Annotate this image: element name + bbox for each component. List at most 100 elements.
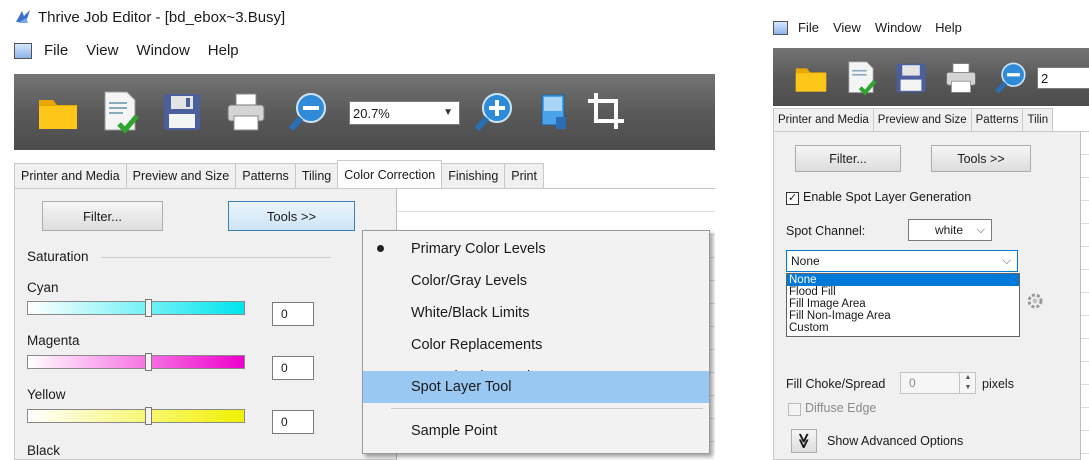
spot-layer-panel: Filter... Tools >> ✓ Enable Spot Layer G… [773,131,1089,460]
filter-button[interactable]: Filter... [795,145,901,172]
menu-window[interactable]: Window [875,20,921,35]
fill-type-option[interactable]: Fill Image Area [787,298,1019,310]
fill-type-option[interactable]: Custom [787,322,1019,334]
tools-context-menu: Primary Color Levels Color/Gray Levels W… [362,230,710,454]
magenta-value-field[interactable]: 0 [272,356,314,380]
save-icon[interactable] [160,90,204,134]
zoom-out-icon[interactable] [286,90,330,134]
tab-preview-and-size[interactable]: Preview and Size [125,163,237,188]
tab-finishing[interactable]: Finishing [441,163,506,188]
zoom-level-select[interactable]: 2 [1037,67,1089,89]
yellow-value-field[interactable]: 0 [272,410,314,434]
tab-preview-and-size[interactable]: Preview and Size [872,108,972,131]
zoom-level-select[interactable]: 20.7% ▼ [349,101,460,125]
cyan-value-field[interactable]: 0 [272,302,314,326]
tab-tiling[interactable]: Tilin [1022,108,1054,131]
app-icon [14,42,32,59]
tab-printer-and-media[interactable]: Printer and Media [14,163,127,188]
menu-help[interactable]: Help [935,20,962,35]
bullet-icon [377,245,384,252]
menu-item-white-black-limits[interactable]: White/Black Limits [363,297,709,329]
choke-spread-spinner[interactable]: ▲ ▼ [959,373,976,393]
preview-icon[interactable] [532,90,576,134]
job-properties-icon[interactable] [839,56,883,100]
tools-button[interactable]: Tools >> [931,145,1031,172]
window-title: Thrive Job Editor - [bd_ebox~3.Busy] [38,8,286,26]
chevron-down-icon: ▼ [443,107,453,118]
job-properties-icon[interactable] [98,90,142,134]
menu-item-color-replacements[interactable]: Color Replacements [363,329,709,361]
diffuse-edge-checkbox[interactable] [788,403,801,416]
menu-bar: File View Window Help [14,42,257,59]
toolbar: 20.7% ▼ [14,74,715,150]
diffuse-edge-label: Diffuse Edge [805,401,877,415]
menu-item-primary-color-levels[interactable]: Primary Color Levels [363,233,709,265]
tools-button[interactable]: Tools >> [228,201,355,231]
group-divider [101,257,331,258]
chevron-down-icon: ⌵ [976,224,985,236]
yellow-slider-handle[interactable] [145,407,152,425]
cyan-slider[interactable] [27,301,245,315]
print-icon[interactable] [224,90,268,134]
enable-spot-label: Enable Spot Layer Generation [803,190,972,204]
menu-view[interactable]: View [833,20,861,35]
menu-file[interactable]: File [798,20,819,35]
gear-icon[interactable] [1026,292,1044,315]
toolbar-right: 2 [773,48,1089,106]
left-window: Thrive Job Editor - [bd_ebox~3.Busy] Fil… [0,0,715,460]
magenta-label: Magenta [27,333,80,348]
open-folder-icon[interactable] [36,90,80,134]
menu-help[interactable]: Help [208,42,239,59]
menu-file[interactable]: File [44,42,68,59]
menu-separator [391,408,703,409]
cyan-label: Cyan [27,280,59,295]
tab-patterns[interactable]: Patterns [235,163,296,188]
tab-tiling[interactable]: Tiling [294,163,339,188]
fill-type-option[interactable]: Flood Fill [787,286,1019,298]
tab-strip: Printer and Media Preview and Size Patte… [14,158,714,189]
zoom-level-value: 2 [1041,70,1049,86]
right-window: File View Window Help 2 Printer and Medi… [765,0,1089,460]
menu-window[interactable]: Window [136,42,189,59]
show-advanced-label[interactable]: Show Advanced Options [827,434,963,448]
magenta-slider-handle[interactable] [145,353,152,371]
filter-button[interactable]: Filter... [42,201,163,231]
choke-spread-value: 0 [909,376,916,390]
magenta-slider[interactable] [27,355,245,369]
print-icon[interactable] [939,56,983,100]
chevron-down-icon: ⌵ [1002,255,1011,267]
enable-spot-checkbox[interactable]: ✓ [786,192,799,205]
menu-item-spot-layer-tool[interactable]: Spot Layer Tool [363,371,709,403]
open-folder-icon[interactable] [789,56,833,100]
thrive-logo-icon [16,10,30,23]
fill-type-select[interactable]: None ⌵ [786,250,1018,272]
crop-icon[interactable] [584,90,628,134]
spot-channel-label: Spot Channel: [786,224,866,238]
fill-type-option[interactable]: Fill Non-Image Area [787,310,1019,322]
preview-grid-edge [1080,132,1089,460]
yellow-slider[interactable] [27,409,245,423]
tab-print[interactable]: Print [504,163,544,188]
spot-channel-select[interactable]: white ⌵ [908,219,992,241]
tab-printer-and-media[interactable]: Printer and Media [773,108,874,131]
menu-bar-right: File View Window Help [773,20,980,35]
menu-item-color-gray-levels[interactable]: Color/Gray Levels [363,265,709,297]
menu-item-sample-point[interactable]: Sample Point [363,415,709,447]
window-title-bar: Thrive Job Editor - [bd_ebox~3.Busy] [14,8,285,26]
expand-advanced-button[interactable]: ≫ [791,429,817,453]
spot-channel-value: white [935,223,964,237]
menu-view[interactable]: View [86,42,118,59]
tab-color-correction[interactable]: Color Correction [337,160,443,189]
fill-type-option[interactable]: None [787,274,1019,286]
tab-strip-right: Printer and Media Preview and Size Patte… [773,107,1089,132]
saturation-group-label: Saturation [27,249,89,264]
pixels-unit-label: pixels [982,377,1014,391]
cyan-slider-handle[interactable] [145,299,152,317]
fill-type-dropdown-list: None Flood Fill Fill Image Area Fill Non… [786,273,1020,337]
choke-spread-label: Fill Choke/Spread [786,377,886,391]
zoom-in-icon[interactable] [472,90,516,134]
save-icon[interactable] [889,56,933,100]
tab-patterns[interactable]: Patterns [970,108,1024,131]
zoom-out-icon[interactable] [989,56,1033,100]
fill-type-value: None [791,254,820,268]
